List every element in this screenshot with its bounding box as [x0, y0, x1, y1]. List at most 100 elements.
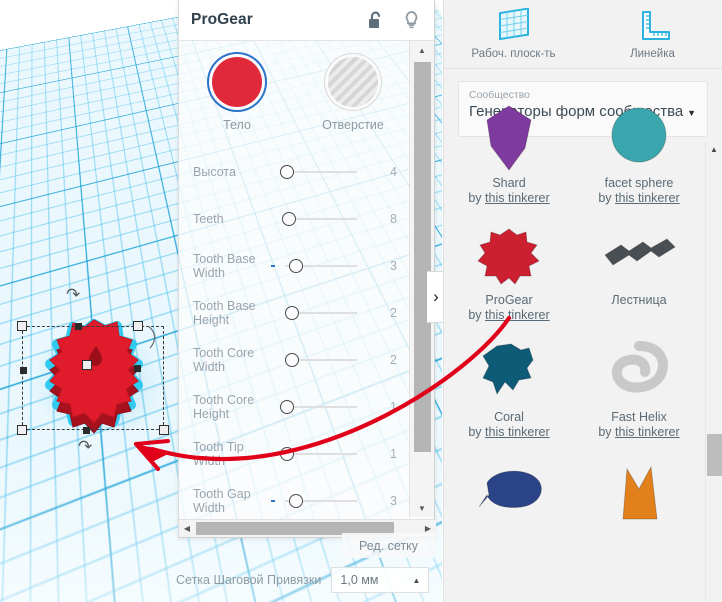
gallery-item[interactable]: ProGear by this tinkerer [444, 215, 574, 332]
gallery-item-author: by this tinkerer [468, 191, 549, 205]
parameter-value[interactable]: 2 [367, 353, 411, 367]
gallery-item[interactable]: Fast Helix by this tinkerer [574, 332, 704, 449]
workplane-icon [494, 8, 534, 44]
slider-fill [271, 500, 275, 502]
edit-grid-button[interactable]: Ред. сетку [342, 533, 435, 558]
parameter-slider[interactable] [271, 306, 361, 320]
rotate-arrow-icon-bottom[interactable]: ↷ [78, 437, 92, 457]
gallery-item[interactable]: Coral by this tinkerer [444, 332, 574, 449]
author-link[interactable]: this tinkerer [485, 425, 550, 439]
slider-knob[interactable] [289, 259, 303, 273]
gallery-row: Shard by this tinkerer facet sphere by this… [444, 98, 705, 215]
gallery-thumbnail [597, 455, 681, 525]
tool-ruler[interactable]: Линейка [583, 0, 722, 68]
slider-fill [271, 265, 275, 267]
parameter-slider[interactable] [271, 447, 361, 461]
lightbulb-icon[interactable] [400, 9, 422, 31]
tool-workplane-label: Рабоч. плоск-ть [471, 48, 555, 60]
slider-rail [285, 406, 357, 408]
gallery-row: Coral by this tinkerer Fast Helix by this t… [444, 332, 705, 449]
mode-toggle-group: Тело Отверстие [179, 41, 411, 142]
resize-handle-tr[interactable] [133, 321, 143, 331]
gallery-item[interactable]: facet sphere by this tinkerer [574, 98, 704, 215]
gallery-item[interactable]: Shard by this tinkerer [444, 98, 574, 215]
parameter-slider[interactable] [271, 259, 361, 273]
parameter-value[interactable]: 3 [367, 494, 411, 508]
author-link[interactable]: this tinkerer [615, 191, 680, 205]
mode-hole[interactable]: Отверстие [295, 57, 411, 132]
rotate-arrow-icon-right[interactable] [144, 322, 162, 352]
gallery-item-name: Лестница [611, 293, 666, 307]
author-link[interactable]: this tinkerer [615, 425, 680, 439]
resize-handle-bl[interactable] [17, 425, 27, 435]
height-handle[interactable] [82, 360, 92, 370]
parameter-slider[interactable] [271, 212, 361, 226]
slider-knob[interactable] [289, 494, 303, 508]
parameter-value[interactable]: 3 [367, 259, 411, 273]
parameter-value[interactable]: 2 [367, 306, 411, 320]
gallery-item[interactable] [444, 449, 574, 535]
parameter-value[interactable]: 4 [367, 165, 411, 179]
gallery-thumbnail [597, 104, 681, 174]
resize-handle-top[interactable] [75, 323, 82, 330]
resize-handle-tl[interactable] [17, 321, 27, 331]
selection-bounding-box[interactable] [22, 326, 164, 430]
parameter-slider[interactable] [271, 353, 361, 367]
tool-workplane[interactable]: Рабоч. плоск-ть [444, 0, 583, 68]
scroll-up-arrow[interactable]: ▲ [410, 41, 434, 59]
scroll-left-arrow[interactable]: ◀ [179, 524, 195, 533]
shape-gallery: Shard by this tinkerer facet sphere by this… [444, 98, 705, 558]
gallery-item[interactable] [574, 449, 704, 535]
gallery-scrollbar[interactable]: ▲ [705, 142, 722, 602]
slider-knob[interactable] [280, 165, 294, 179]
scroll-right-arrow[interactable]: ▶ [420, 524, 436, 533]
resize-handle-right[interactable] [134, 365, 141, 372]
snap-grid-bar: Сетка Шаговой Привязки 1,0 мм ▲ [170, 566, 438, 594]
unlock-icon[interactable] [364, 9, 386, 31]
slider-knob[interactable] [285, 353, 299, 367]
resize-handle-bottom[interactable] [83, 427, 90, 434]
parameter-slider[interactable] [271, 400, 361, 414]
slider-knob[interactable] [280, 447, 294, 461]
parameter-value[interactable]: 1 [367, 400, 411, 414]
gallery-thumbnail [597, 338, 681, 408]
rotate-arrow-icon-top[interactable]: ↷ [66, 285, 80, 305]
author-link[interactable]: this tinkerer [485, 308, 550, 322]
orange-fin-thumb [597, 455, 681, 525]
parameter-label: Tooth Base Height [193, 299, 265, 327]
parameter-slider[interactable] [271, 165, 361, 179]
shapes-sidebar: Рабоч. плоск-ть Линейка Сообщество Генер… [443, 0, 722, 602]
gallery-item[interactable]: Лестница [574, 215, 704, 332]
author-link[interactable]: this tinkerer [485, 191, 550, 205]
parameter-slider[interactable] [271, 494, 361, 508]
gallery-item-name: Fast Helix [611, 410, 667, 424]
parameter-value[interactable]: 8 [367, 212, 411, 226]
gallery-item-name: Coral [494, 410, 524, 424]
slider-knob[interactable] [280, 400, 294, 414]
parameter-label: Teeth [193, 212, 265, 226]
mode-solid-label: Тело [223, 118, 251, 132]
stairs-thumb [597, 221, 681, 291]
mode-solid[interactable]: Тело [179, 57, 295, 132]
parameter-row: Tooth Core Height 1 [179, 383, 411, 430]
resize-handle-left[interactable] [20, 367, 27, 374]
tool-ruler-label: Линейка [630, 48, 675, 60]
gallery-item-author: by this tinkerer [598, 191, 679, 205]
panel-body: Тело Отверстие Высота 4 Teeth 8 Tooth Base Wi… [179, 41, 434, 517]
panel-header: ProGear [179, 0, 434, 41]
parameter-label: Tooth Core Width [193, 346, 265, 374]
parameter-row: Tooth Base Height 2 [179, 289, 411, 336]
gallery-thumbnail [467, 338, 551, 408]
gallery-item-name: facet sphere [605, 176, 674, 190]
gallery-scroll-up-arrow[interactable]: ▲ [706, 142, 722, 156]
vertical-scroll-thumb[interactable] [414, 62, 431, 452]
scroll-down-arrow[interactable]: ▼ [410, 499, 434, 517]
resize-handle-br[interactable] [159, 425, 169, 435]
solid-swatch [212, 57, 262, 107]
snap-grid-select[interactable]: 1,0 мм ▲ [331, 567, 429, 593]
slider-knob[interactable] [285, 306, 299, 320]
slider-knob[interactable] [282, 212, 296, 226]
parameter-value[interactable]: 1 [367, 447, 411, 461]
gallery-row [444, 449, 705, 535]
gallery-scroll-thumb[interactable] [707, 434, 722, 476]
